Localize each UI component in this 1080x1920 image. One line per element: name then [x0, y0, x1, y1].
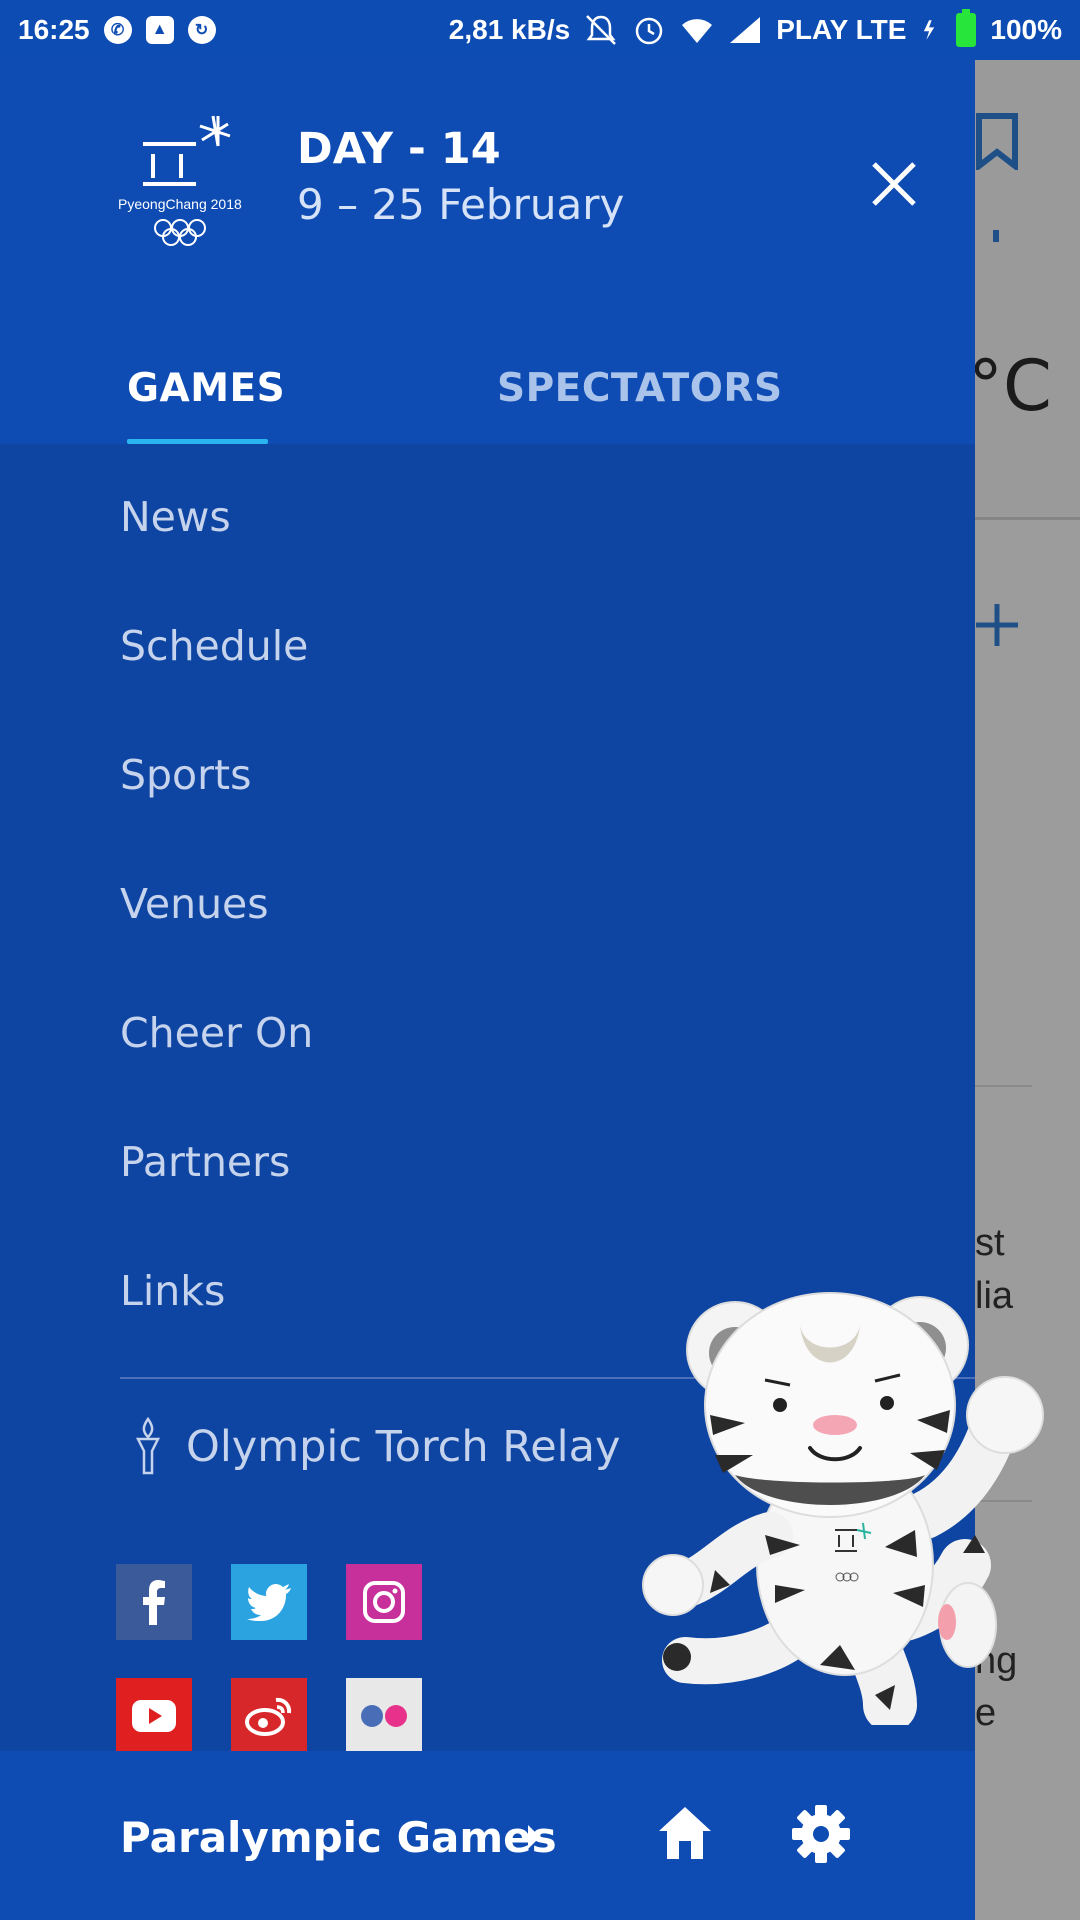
alarm-icon: [635, 17, 663, 45]
tab-bar: GAMES SPECTATORS: [0, 360, 975, 444]
menu-item-news[interactable]: News: [120, 493, 231, 541]
day-counter: DAY - 14: [297, 124, 501, 174]
mascot-soohorang-image: [642, 1292, 1044, 1725]
flickr-icon: [361, 1705, 407, 1727]
torch-icon: [135, 1417, 161, 1475]
youtube-button[interactable]: [116, 1678, 192, 1754]
sync-icon: ↻: [187, 16, 216, 44]
close-icon: [872, 162, 916, 206]
drawer-bottom-bar: Paralympic Games: [0, 1751, 975, 1920]
menu-item-links[interactable]: Links: [120, 1267, 225, 1315]
network-speed: 2,81 kB/s: [448, 14, 571, 45]
paralympic-games-link[interactable]: Paralympic Games: [120, 1813, 557, 1862]
carrier-label: PLAY LTE: [776, 14, 907, 45]
background-text: st: [975, 1222, 1005, 1264]
divider: [975, 517, 1080, 520]
menu-item-schedule[interactable]: Schedule: [120, 622, 308, 670]
flickr-button[interactable]: [346, 1678, 422, 1754]
twitter-icon: [247, 1584, 291, 1621]
tab-spectators[interactable]: SPECTATORS: [497, 366, 783, 411]
drawer-header: PyeongChang 2018 DAY - 14 9 – 25 Februar…: [0, 60, 975, 444]
signal-icon: [730, 17, 761, 43]
twitter-button[interactable]: [231, 1564, 307, 1640]
whatsapp-icon: ✆: [103, 16, 132, 44]
youtube-icon: [132, 1700, 176, 1732]
status-time: 16:25: [18, 14, 90, 45]
menu-item-venues[interactable]: Venues: [120, 880, 269, 928]
menu-item-cheer-on[interactable]: Cheer On: [120, 1009, 313, 1057]
pyeongchang-logo: PyeongChang 2018: [118, 115, 242, 246]
home-icon: [659, 1807, 711, 1859]
plus-icon: [976, 604, 1018, 646]
weibo-button[interactable]: [231, 1678, 307, 1754]
gallery-icon: ▲: [145, 16, 174, 44]
menu-item-sports[interactable]: Sports: [120, 751, 251, 799]
gear-icon: [792, 1805, 850, 1863]
battery-level: 100%: [990, 14, 1062, 45]
background-mark: [993, 230, 999, 242]
bookmark-icon: [976, 113, 1018, 170]
temperature-unit: °C: [968, 345, 1052, 427]
menu-item-partners[interactable]: Partners: [120, 1138, 290, 1186]
active-tab-indicator: [127, 439, 268, 444]
settings-button[interactable]: [790, 1803, 852, 1865]
weibo-icon: [245, 1697, 292, 1736]
mute-icon: [586, 15, 617, 45]
divider: [975, 1085, 1032, 1087]
instagram-button[interactable]: [346, 1564, 422, 1640]
facebook-button[interactable]: [116, 1564, 192, 1640]
tab-games[interactable]: GAMES: [127, 366, 285, 411]
logo-text: PyeongChang 2018: [118, 196, 242, 212]
torch-relay-label: Olympic Torch Relay: [186, 1422, 621, 1472]
home-button[interactable]: [655, 1803, 715, 1863]
status-bar: 16:25 ✆ ▲ ↻ 2,81 kB/s PLAY LTE 100%: [0, 0, 1080, 60]
chevron-right-icon: [528, 1825, 540, 1849]
games-dates: 9 – 25 February: [297, 180, 625, 229]
facebook-icon: [143, 1580, 165, 1625]
charging-icon: [924, 20, 935, 40]
wifi-icon: [682, 19, 713, 43]
instagram-icon: [363, 1581, 405, 1623]
battery-icon: [956, 9, 977, 47]
torch-relay-link[interactable]: Olympic Torch Relay: [130, 1417, 620, 1477]
close-button[interactable]: [862, 152, 926, 216]
